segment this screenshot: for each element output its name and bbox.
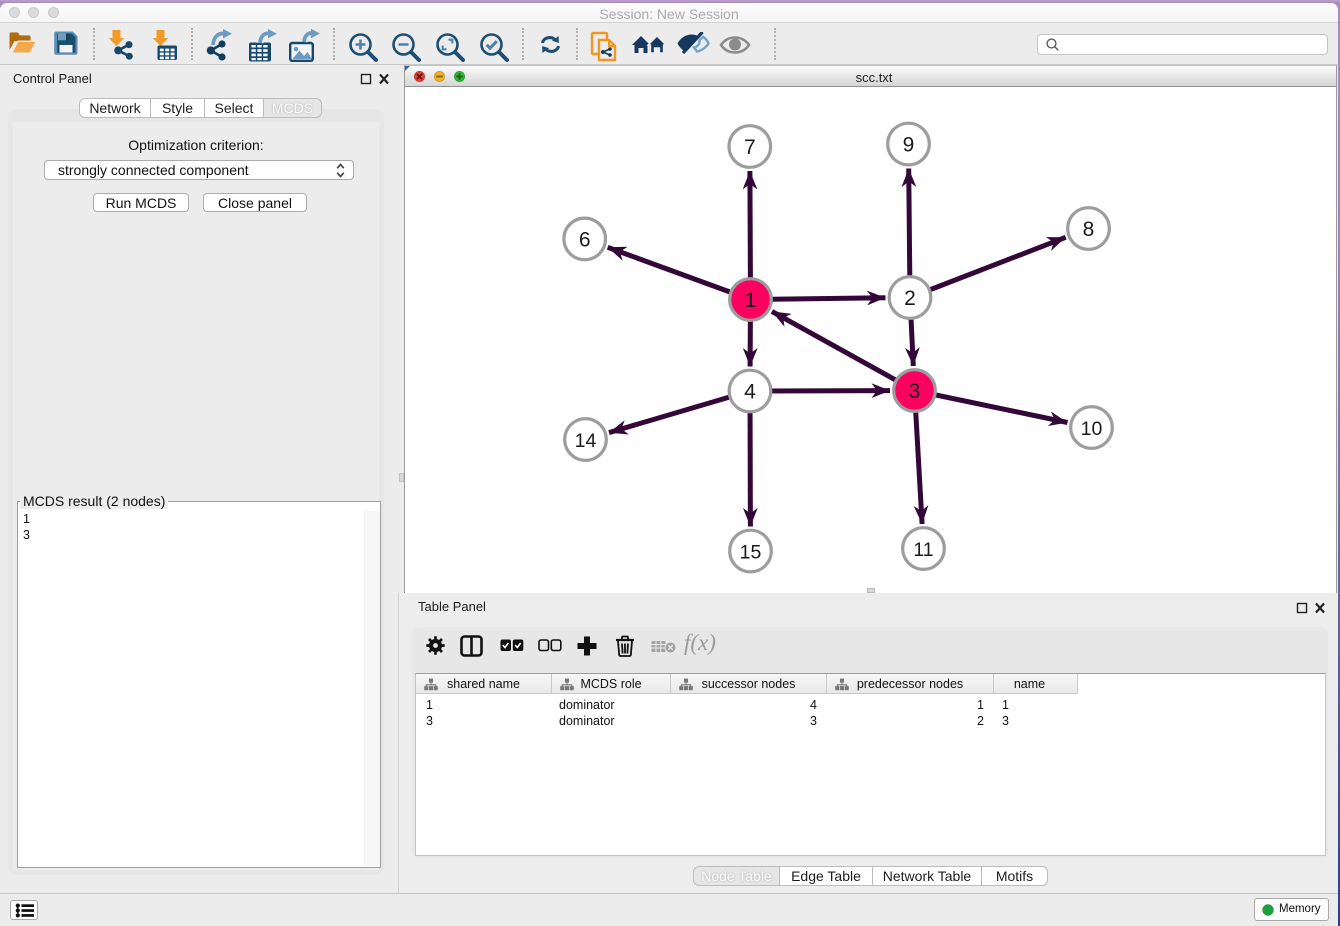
svg-text:6: 6	[579, 228, 591, 251]
svg-text:4: 4	[744, 381, 756, 404]
svg-text:8: 8	[1083, 218, 1095, 241]
svg-text:7: 7	[744, 136, 756, 159]
svg-text:1: 1	[745, 289, 757, 312]
svg-text:14: 14	[575, 430, 597, 452]
svg-text:10: 10	[1081, 418, 1103, 440]
svg-text:15: 15	[740, 542, 762, 564]
svg-text:2: 2	[904, 287, 916, 310]
svg-text:3: 3	[909, 380, 921, 403]
svg-text:11: 11	[913, 539, 933, 561]
svg-text:9: 9	[903, 134, 915, 157]
